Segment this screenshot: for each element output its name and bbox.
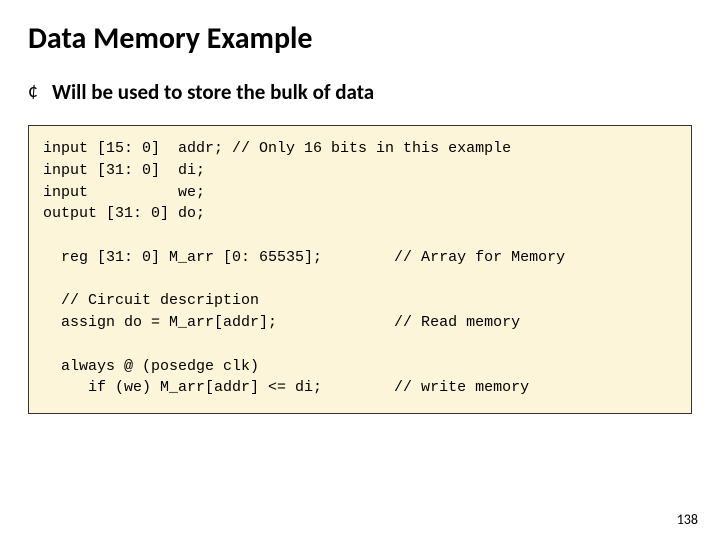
slide: Data Memory Example ¢ Will be used to st… bbox=[0, 0, 720, 540]
bullet-text: Will be used to store the bulk of data bbox=[52, 79, 374, 105]
bullet-marker: ¢ bbox=[28, 81, 38, 101]
slide-title: Data Memory Example bbox=[28, 20, 692, 57]
bullet-item: ¢ Will be used to store the bulk of data bbox=[28, 79, 692, 105]
page-number: 138 bbox=[677, 511, 698, 528]
code-block: input [15: 0] addr; // Only 16 bits in t… bbox=[28, 125, 692, 414]
